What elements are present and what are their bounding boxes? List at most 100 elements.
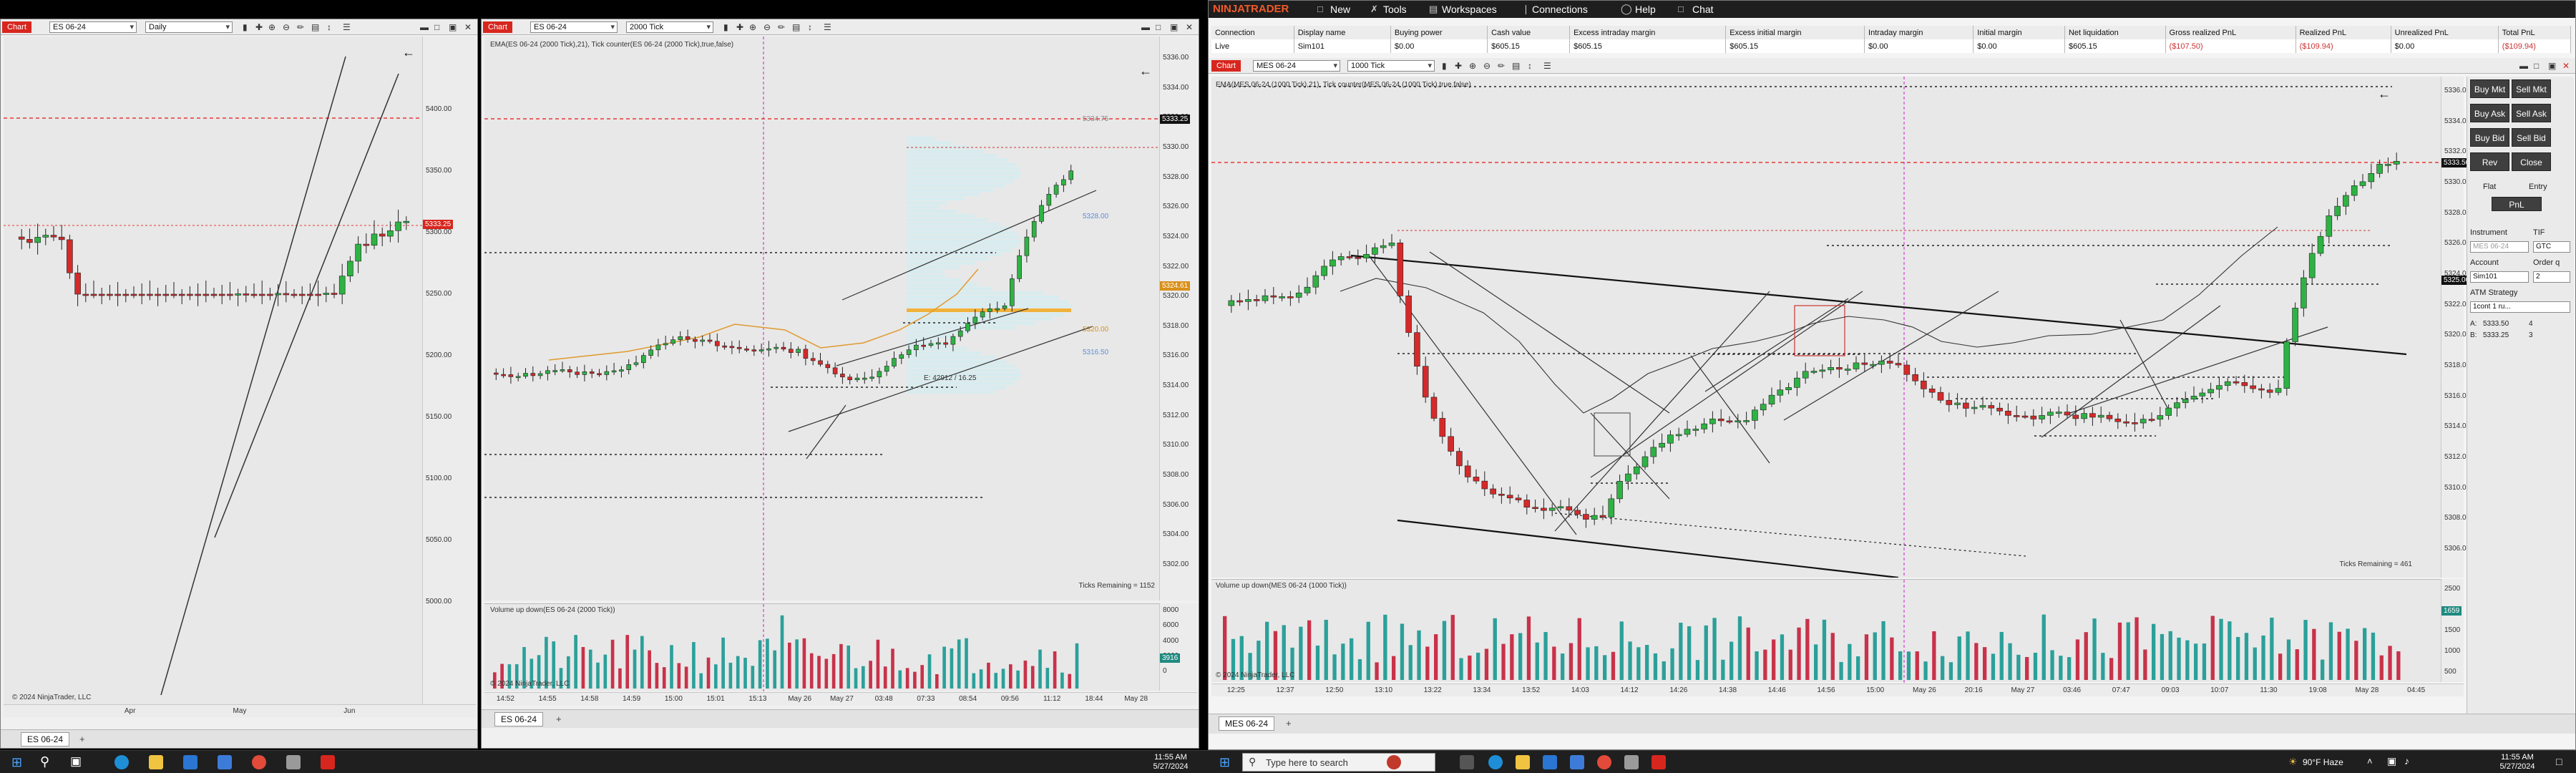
properties-icon[interactable]: ▤ [1512,61,1520,71]
task-view-icon[interactable] [1460,755,1474,769]
minimize-icon[interactable]: ▬ [420,22,429,32]
accounts-column-header[interactable]: Net liquidation [2064,26,2166,39]
reverse-button[interactable]: Rev [2470,152,2509,171]
volume-panel[interactable]: Volume up down(MES 06-24 (1000 Tick)) © … [1211,579,2441,683]
list-icon[interactable]: ☰ [824,22,831,32]
chat-icon[interactable]: □ [1678,4,1684,14]
sell-bid-button[interactable]: Sell Bid [2512,128,2551,147]
chart-tab[interactable]: MES 06-24 [1219,716,1275,731]
atm-strategy-select[interactable]: 1cont 1 ru... [2470,301,2570,313]
accounts-row[interactable]: Live Sim101 $0.00 $605.15 $605.15 $605.15 $0.0… [1211,39,2572,53]
crosshair-icon[interactable]: ✚ [1455,61,1462,71]
menu-help[interactable]: Help [1635,4,1656,15]
buy-bid-button[interactable]: Buy Bid [2470,128,2509,147]
buy-market-button[interactable]: Buy Mkt [2470,79,2509,98]
instrument-selector[interactable]: MES 06-24 [1253,60,1340,72]
chrome-icon[interactable] [1597,755,1611,769]
period-selector[interactable]: Daily [145,21,233,33]
properties-icon[interactable]: ▤ [311,22,319,32]
accounts-column-header[interactable]: Display name [1294,26,1391,39]
add-tab-icon[interactable]: + [79,734,85,744]
instrument-selector[interactable]: ES 06-24 [530,21,618,33]
draw-icon[interactable]: ✏ [297,22,304,32]
chart-chip[interactable]: Chart [483,21,512,33]
new-icon[interactable]: □ [1317,4,1323,14]
chrome-icon[interactable] [252,755,266,769]
windows-start-icon[interactable]: ⊞ [11,755,22,770]
back-arrow-icon[interactable]: ← [402,45,415,60]
menu-connections[interactable]: Connections [1532,4,1588,15]
help-icon[interactable]: ◯ [1621,3,1632,15]
properties-icon[interactable]: ▤ [792,22,800,32]
edge-icon[interactable] [1488,755,1503,769]
workspaces-icon[interactable]: ▤ [1429,4,1438,15]
back-arrow-icon[interactable]: ← [1139,64,1152,79]
volume-panel[interactable]: Volume up down(ES 06-24 (2000 Tick)) © 2… [484,603,1159,691]
chart-chip[interactable]: Chart [2,21,31,33]
back-arrow-icon[interactable]: ← [2378,87,2391,102]
zoom-in-icon[interactable]: ⊕ [749,22,756,32]
connections-icon[interactable]: ❘ [1522,4,1530,15]
chart-chip[interactable]: Chart [1211,60,1241,72]
search-box[interactable]: ⚲ Type here to search [1242,753,1435,772]
maximize-icon[interactable]: □ [2534,61,2539,71]
accounts-column-header[interactable]: Cash value [1487,26,1571,39]
zoom-in-icon[interactable]: ⊕ [1469,61,1476,71]
accounts-column-header[interactable]: Unrealized PnL [2391,26,2499,39]
tools-icon[interactable]: ✗ [1370,4,1378,15]
menu-chat[interactable]: Chat [1692,4,1714,15]
accounts-column-header[interactable]: Total PnL [2498,26,2572,39]
minimize-icon[interactable]: ▬ [2519,61,2528,71]
sell-ask-button[interactable]: Sell Ask [2512,104,2551,122]
price-panel[interactable]: ← © 2024 NinjaTrader, LLC [4,37,422,704]
maximize-icon[interactable]: □ [1156,22,1161,32]
task-view-icon[interactable]: ▣ [70,754,82,769]
windows-start-icon[interactable]: ⊞ [1219,755,1230,770]
mail-icon[interactable] [218,755,232,769]
notifications-icon[interactable]: □ [2556,756,2562,767]
file-explorer-icon[interactable] [149,755,163,769]
trade-icon[interactable]: ↕ [1528,61,1532,71]
price-panel[interactable]: EMA(MES 06-24 (1000 Tick),21), Tick coun… [1211,77,2441,578]
close-icon[interactable]: ✕ [1186,22,1193,32]
restore-icon[interactable]: ▣ [2548,61,2556,71]
menu-workspaces[interactable]: Workspaces [1442,4,1497,15]
network-icon[interactable]: ▣ [2387,755,2396,767]
crosshair-icon[interactable]: ✚ [736,22,743,32]
accounts-column-header[interactable]: Realized PnL [2296,26,2391,39]
tif-select[interactable]: GTC [2533,241,2570,253]
pnl-display[interactable]: PnL [2492,197,2542,211]
accounts-column-header[interactable]: Initial margin [1973,26,2065,39]
app-icon[interactable] [286,755,301,769]
ninjatrader-icon[interactable] [1652,755,1666,769]
add-tab-icon[interactable]: + [556,714,562,724]
list-icon[interactable]: ☰ [343,22,351,32]
zoom-out-icon[interactable]: ⊖ [283,22,290,32]
trade-icon[interactable]: ↕ [327,22,331,32]
crosshair-icon[interactable]: ✚ [255,22,263,32]
restore-icon[interactable]: ▣ [1170,22,1178,32]
volume-icon[interactable]: ♪ [2404,755,2409,767]
accounts-column-header[interactable]: Buying power [1390,26,1488,39]
zoom-out-icon[interactable]: ⊖ [1483,61,1491,71]
minimize-icon[interactable]: ▬ [1141,22,1150,32]
search-icon[interactable]: ⚲ [40,754,49,769]
zoom-in-icon[interactable]: ⊕ [268,22,275,32]
app-icon[interactable] [1624,755,1639,769]
account-select[interactable]: Sim101 [2470,271,2529,283]
menu-tools[interactable]: Tools [1383,4,1407,15]
draw-icon[interactable]: ✏ [1498,61,1505,71]
tray-up-icon[interactable]: ˄ [2367,756,2373,767]
accounts-column-header[interactable]: Connection [1211,26,1294,39]
trade-icon[interactable]: ↕ [808,22,812,32]
chart-tab[interactable]: ES 06-24 [494,712,544,726]
close-icon[interactable]: ✕ [2562,61,2570,71]
sell-market-button[interactable]: Sell Mkt [2512,79,2551,98]
restore-icon[interactable]: ▣ [449,22,457,32]
period-selector[interactable]: 1000 Tick [1347,60,1435,72]
period-selector[interactable]: 2000 Tick [626,21,713,33]
store-icon[interactable] [183,755,197,769]
draw-icon[interactable]: ✏ [778,22,785,32]
mail-icon[interactable] [1570,755,1584,769]
ninjatrader-icon[interactable] [321,755,335,769]
